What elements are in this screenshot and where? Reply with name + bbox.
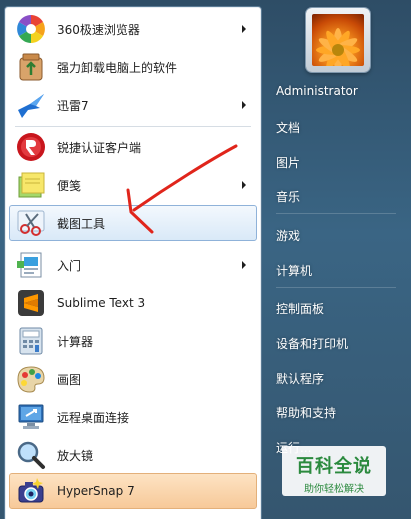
program-ruijie[interactable]: 锐捷认证客户端: [9, 129, 257, 165]
default-programs-link[interactable]: 默认程序: [276, 370, 324, 387]
user-name-link[interactable]: Administrator: [276, 84, 358, 98]
browser-360-icon: [15, 13, 47, 45]
program-label: 截图工具: [57, 216, 106, 231]
program-label: 强力卸载电脑上的软件: [57, 60, 178, 75]
user-avatar[interactable]: [306, 8, 370, 72]
program-hypersnap[interactable]: HyperSnap 7: [9, 473, 257, 509]
thunder-bird-icon: [15, 89, 47, 121]
remote-desktop-icon: [15, 401, 47, 433]
control-panel-link[interactable]: 控制面板: [276, 300, 324, 317]
program-label: 锐捷认证客户端: [57, 140, 142, 155]
program-uninstaller[interactable]: 强力卸载电脑上的软件: [9, 49, 257, 85]
program-sticky-notes[interactable]: 便笺: [9, 167, 257, 203]
calculator-icon: [15, 325, 47, 357]
submenu-arrow-icon[interactable]: [242, 261, 246, 269]
watermark-subtitle: 助你轻松解决: [304, 484, 364, 495]
program-thunder[interactable]: 迅雷7: [9, 87, 257, 123]
program-magnifier[interactable]: 放大镜: [9, 437, 257, 473]
program-label: HyperSnap 7: [57, 484, 135, 498]
documents-link[interactable]: 文档: [276, 119, 300, 136]
separator: [15, 126, 251, 127]
paint-icon: [15, 363, 47, 395]
ruijie-icon: [15, 131, 47, 163]
getting-started-icon: [15, 249, 47, 281]
program-label: 入门: [57, 258, 82, 273]
program-label: 放大镜: [57, 448, 94, 463]
computer-link[interactable]: 计算机: [276, 262, 312, 279]
program-remote-desktop[interactable]: 远程桌面连接: [9, 399, 257, 435]
program-calculator[interactable]: 计算器: [9, 323, 257, 359]
program-label: 360极速浏览器: [57, 22, 140, 37]
submenu-arrow-icon[interactable]: [242, 25, 246, 33]
program-label: 迅雷7: [57, 98, 89, 113]
program-label: 远程桌面连接: [57, 410, 130, 425]
games-link[interactable]: 游戏: [276, 227, 300, 244]
submenu-arrow-icon[interactable]: [242, 101, 246, 109]
program-getting-started[interactable]: 入门: [9, 247, 257, 283]
flower-picture: [312, 14, 364, 66]
sticky-notes-icon: [15, 169, 47, 201]
right-separator: [276, 287, 396, 288]
program-label: 便笺: [57, 178, 82, 193]
program-paint[interactable]: 画图: [9, 361, 257, 397]
music-link[interactable]: 音乐: [276, 188, 300, 205]
start-menu: 360极速浏览器 强力卸载电脑上的软件 迅雷7 锐捷认证客户端 便笺 截图工具 …: [0, 0, 411, 519]
program-label: 画图: [57, 372, 82, 387]
pictures-link[interactable]: 图片: [276, 154, 300, 171]
help-support-link[interactable]: 帮助和支持: [276, 404, 336, 421]
watermark-title: 百科全说: [296, 456, 372, 477]
program-sublime-text[interactable]: Sublime Text 3: [9, 285, 257, 321]
submenu-arrow-icon[interactable]: [242, 181, 246, 189]
program-label: Sublime Text 3: [57, 296, 146, 310]
program-label: 计算器: [57, 334, 94, 349]
programs-pane: 360极速浏览器 强力卸载电脑上的软件 迅雷7 锐捷认证客户端 便笺 截图工具 …: [4, 6, 262, 519]
devices-printers-link[interactable]: 设备和打印机: [276, 335, 348, 352]
sublime-text-icon: [15, 287, 47, 319]
uninstaller-icon: [15, 51, 47, 83]
snipping-tool-icon: [15, 207, 47, 239]
hypersnap-icon: [15, 475, 47, 507]
magnifier-icon: [15, 439, 47, 471]
program-360-browser[interactable]: 360极速浏览器: [9, 11, 257, 47]
watermark: 百科全说 助你轻松解决: [282, 446, 386, 496]
right-separator: [276, 213, 396, 214]
program-snipping-tool[interactable]: 截图工具: [9, 205, 257, 241]
